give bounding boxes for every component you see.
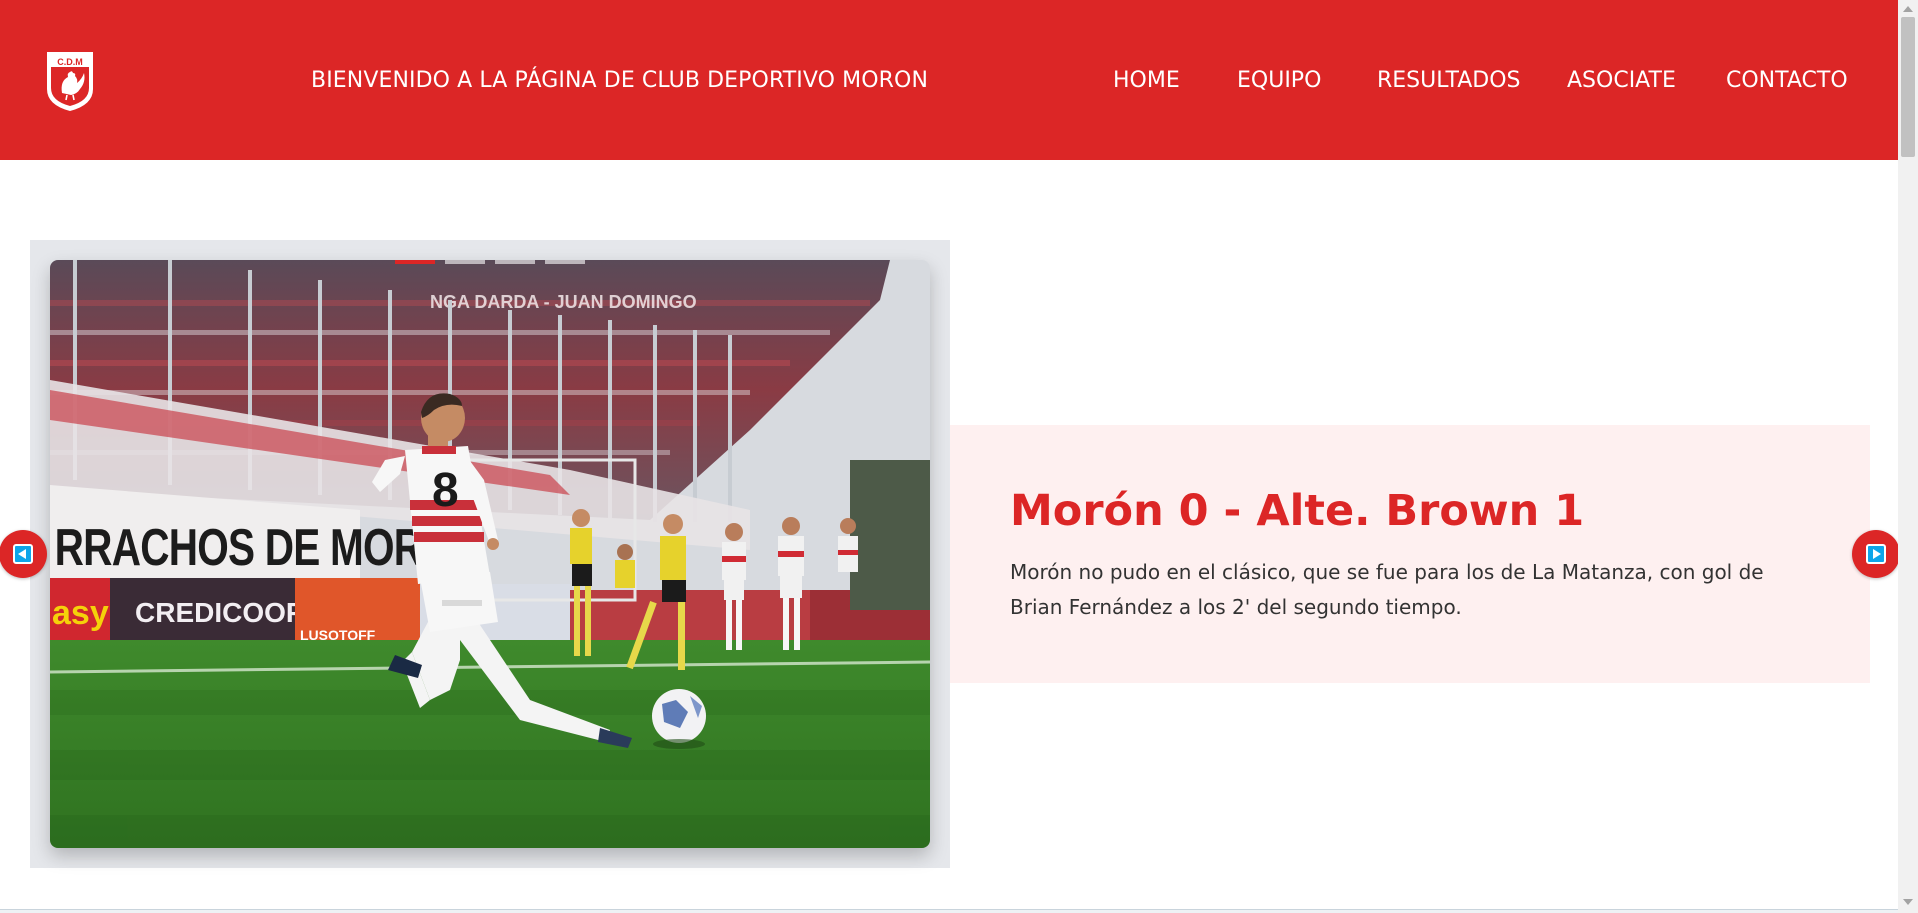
- nav-asociate[interactable]: ASOCIATE: [1567, 66, 1676, 96]
- vertical-scrollbar[interactable]: [1898, 0, 1918, 913]
- scroll-down-arrow-icon[interactable]: [1903, 899, 1913, 905]
- left-arrow-icon: [13, 544, 33, 564]
- slide-frame: NGA DARDA - JUAN DOMINGO RRACHOS DE MORO…: [30, 240, 950, 868]
- nav-resultados[interactable]: RESULTADOS: [1377, 66, 1520, 96]
- stadium-banner: NGA DARDA - JUAN DOMINGO: [430, 292, 697, 312]
- nav-contacto[interactable]: CONTACTO: [1726, 66, 1848, 96]
- indicator-4[interactable]: [545, 260, 585, 264]
- scroll-thumb[interactable]: [1901, 17, 1915, 157]
- nav-equipo[interactable]: EQUIPO: [1237, 66, 1321, 96]
- scroll-up-arrow-icon[interactable]: [1903, 6, 1913, 12]
- nav-home[interactable]: HOME: [1113, 66, 1180, 96]
- match-photo: NGA DARDA - JUAN DOMINGO RRACHOS DE MORO…: [50, 260, 930, 848]
- shirt-number: 8: [432, 464, 459, 517]
- welcome-text: BIENVENIDO A LA PÁGINA DE CLUB DEPORTIVO…: [311, 68, 929, 93]
- ad-credicoop: CREDICOOP: [135, 597, 305, 628]
- indicator-2[interactable]: [445, 260, 485, 264]
- site-header: C.D.M BIENVENIDO A LA PÁGINA DE CLUB DEP…: [0, 0, 1898, 160]
- indicator-3[interactable]: [495, 260, 535, 264]
- carousel-prev-button[interactable]: [0, 530, 47, 578]
- slide-description: Morón no pudo en el clásico, que se fue …: [1010, 560, 1764, 619]
- page-bottom-edge: [0, 909, 1898, 913]
- club-logo[interactable]: C.D.M: [44, 49, 96, 113]
- slide-title: Morón 0 - Alte. Brown 1: [1010, 486, 1585, 536]
- ad-easy: asy: [52, 594, 109, 632]
- right-arrow-icon: [1866, 544, 1886, 564]
- slide-caption: Morón 0 - Alte. Brown 1 Morón no pudo en…: [950, 425, 1870, 683]
- carousel-next-button[interactable]: [1852, 530, 1900, 578]
- logo-text: C.D.M: [57, 57, 83, 67]
- indicator-1[interactable]: [395, 260, 435, 264]
